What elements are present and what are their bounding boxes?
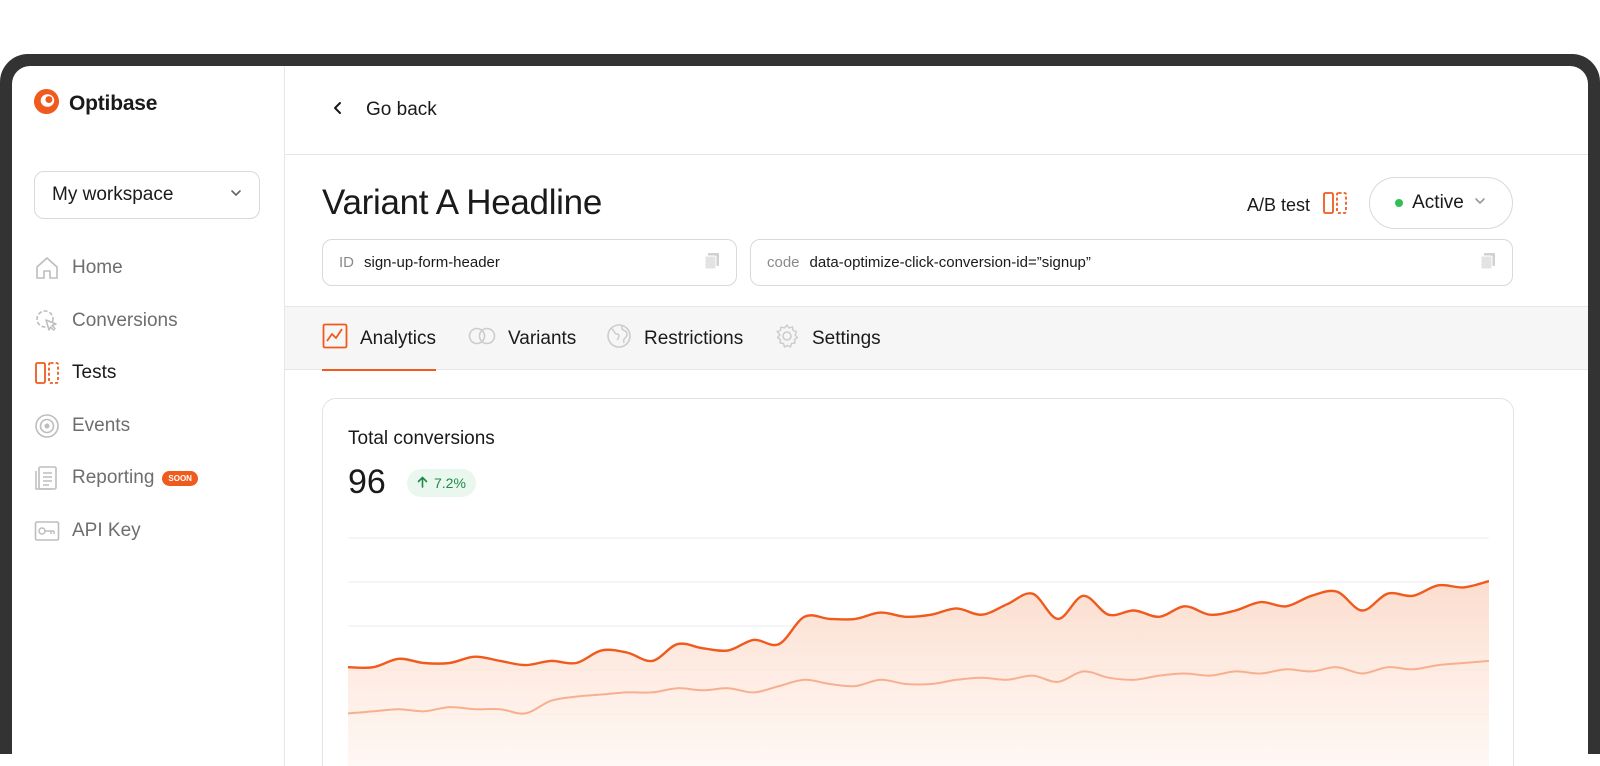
tab-label: Settings [812, 327, 881, 349]
series-area [348, 581, 1489, 766]
target-icon [34, 413, 60, 439]
status-dot [1395, 199, 1404, 207]
total-conversions-value: 96 [348, 463, 386, 501]
sidebar-item-label: API Key [72, 519, 141, 541]
sidebar-item-label: Tests [72, 362, 117, 384]
delta-value: 7.2% [434, 475, 466, 491]
sidebar-item-events[interactable]: Events [34, 400, 264, 453]
tab-label: Analytics [360, 327, 437, 349]
conversions-chart [348, 537, 1489, 766]
sidebar-item-tests[interactable]: Tests [34, 347, 264, 400]
report-icon [34, 465, 60, 491]
workspace-label: My workspace [52, 184, 174, 205]
tab-variants[interactable]: Variants [468, 307, 576, 370]
status-label: Active [1412, 192, 1464, 213]
copy-icon[interactable] [1480, 252, 1496, 274]
copy-icon[interactable] [704, 252, 720, 274]
line-chart-icon [322, 323, 348, 355]
card-title: Total conversions [348, 428, 495, 449]
test-header: Variant A Headline A/B test Active ID si… [285, 155, 1588, 307]
back-label: Go back [366, 99, 437, 120]
sidebar-item-conversions[interactable]: Conversions [34, 295, 264, 348]
page-title: Variant A Headline [322, 183, 602, 222]
arrow-up-icon [417, 475, 428, 491]
sidebar-item-label: Home [72, 257, 123, 279]
device-frame: Optibase My workspace Home Conversions T… [0, 54, 1600, 766]
workspace-select[interactable]: My workspace [34, 171, 260, 219]
tab-label: Variants [508, 327, 577, 349]
globe-icon [606, 323, 632, 355]
topbar: Go back [285, 66, 1588, 155]
code-field[interactable]: code data-optimize-click-conversion-id=”… [750, 239, 1513, 286]
back-button[interactable]: Go back [332, 99, 437, 121]
sidebar-item-home[interactable]: Home [34, 242, 264, 295]
tab-analytics[interactable]: Analytics [322, 307, 437, 371]
sidebar-item-reporting[interactable]: Reporting SOON [34, 452, 264, 505]
chevron-down-icon [229, 184, 243, 206]
id-field-label: ID [339, 254, 354, 271]
chevron-down-icon [1473, 192, 1487, 214]
split-test-icon [34, 360, 60, 386]
gear-icon [774, 323, 800, 355]
sidebar-item-label: Reporting [72, 467, 155, 489]
tab-settings[interactable]: Settings [774, 307, 881, 370]
main-content: Go back Variant A Headline A/B test Acti… [285, 66, 1588, 766]
soon-badge: SOON [162, 470, 198, 486]
home-icon [34, 255, 60, 281]
optibase-logo-icon [33, 88, 60, 120]
sidebar-item-api-key[interactable]: API Key [34, 505, 264, 558]
conversions-card: Total conversions 96 7.2% [322, 398, 1514, 766]
tab-restrictions[interactable]: Restrictions [606, 307, 743, 370]
chevron-left-icon [332, 99, 344, 121]
code-field-value: data-optimize-click-conversion-id=”signu… [809, 254, 1091, 271]
sidebar-nav: Home Conversions Tests Events Reporting … [34, 242, 264, 557]
key-icon [34, 518, 60, 544]
test-type: A/B test [1247, 191, 1348, 220]
code-field-label: code [767, 254, 800, 271]
status-dropdown[interactable]: Active [1369, 177, 1513, 229]
brand[interactable]: Optibase [33, 88, 157, 120]
app-window: Optibase My workspace Home Conversions T… [12, 66, 1588, 766]
sidebar-item-label: Events [72, 414, 131, 436]
id-field[interactable]: ID sign-up-form-header [322, 239, 737, 286]
sidebar: Optibase My workspace Home Conversions T… [12, 66, 285, 766]
test-type-label: A/B test [1247, 195, 1311, 215]
tab-label: Restrictions [644, 327, 744, 349]
delta-badge: 7.2% [407, 469, 476, 497]
tab-bar: Analytics Variants Restrictions Settings [285, 307, 1588, 371]
id-field-value: sign-up-form-header [364, 254, 500, 271]
brand-name: Optibase [69, 92, 158, 115]
cursor-click-icon [34, 308, 60, 334]
split-test-icon [1322, 191, 1348, 220]
sidebar-item-label: Conversions [72, 309, 178, 331]
toggle-icon [468, 327, 496, 351]
